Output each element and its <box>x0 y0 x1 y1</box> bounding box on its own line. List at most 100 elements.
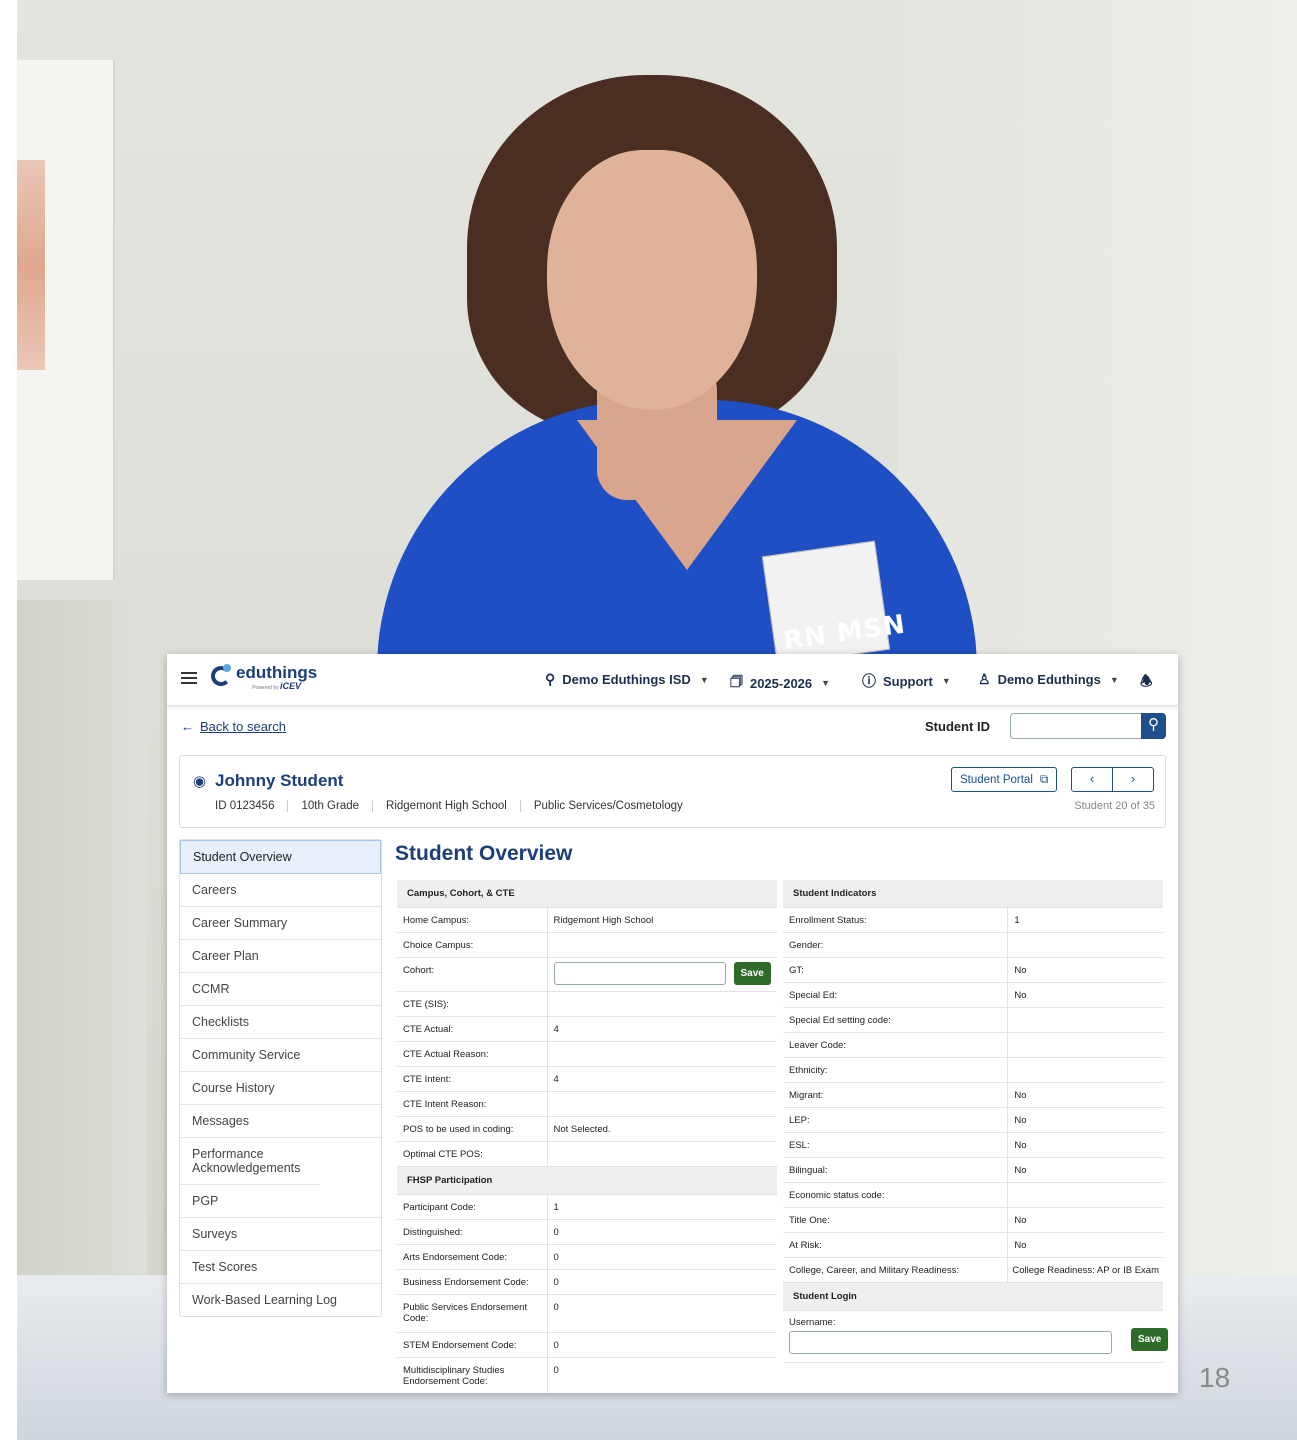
sidebar-item-test-scores[interactable]: Test Scores <box>180 1251 381 1284</box>
external-link-icon: ⧉ <box>1039 772 1049 786</box>
search-button[interactable]: ⚲ <box>1141 713 1166 739</box>
student-id-input[interactable] <box>1010 713 1142 739</box>
field-label: Arts Endorsement Code: <box>397 1244 548 1270</box>
field-label: Choice Campus: <box>397 932 548 958</box>
sidebar-item-course-history[interactable]: Course History <box>180 1072 381 1105</box>
user-dropdown[interactable]: ♙ Demo Eduthings ▼ <box>978 671 1119 688</box>
sidebar-item-messages[interactable]: Messages <box>180 1105 381 1138</box>
section-heading: Student Login <box>783 1282 1163 1311</box>
top-navbar: eduthings Powered by iCEV ⚲ Demo Eduthin… <box>167 654 1178 706</box>
field-label: Ethnicity: <box>783 1057 1009 1083</box>
support-dropdown[interactable]: ⓘ Support ▼ <box>862 671 951 691</box>
menu-icon[interactable] <box>181 672 197 684</box>
field-label: At Risk: <box>783 1232 1009 1258</box>
field-value <box>547 1041 777 1067</box>
field-value: 0 <box>547 1294 777 1333</box>
district-label: Demo Eduthings ISD <box>562 672 691 687</box>
field-value <box>1007 1007 1163 1033</box>
field-value <box>547 1091 777 1117</box>
sidebar-nav: Student Overview Careers Career Summary … <box>179 839 382 1317</box>
field-value: 0 <box>547 1269 777 1295</box>
notifications-bell-icon[interactable]: 🕭 <box>1140 671 1160 695</box>
user-label: Demo Eduthings <box>997 672 1101 687</box>
field-value <box>1007 1182 1163 1208</box>
field-value <box>547 1141 777 1167</box>
sidebar-item-ccmr[interactable]: CCMR <box>180 973 381 1006</box>
sidebar-item-careers[interactable]: Careers <box>180 874 381 907</box>
chevron-down-icon: ▼ <box>821 678 831 688</box>
field-value: 1 <box>1007 907 1163 933</box>
eduthings-logo[interactable]: eduthings Powered by iCEV <box>211 664 317 692</box>
field-label: Special Ed setting code: <box>783 1007 1009 1033</box>
login-save-button[interactable]: Save <box>1131 1328 1169 1351</box>
student-id: ID 0123456 <box>215 800 275 812</box>
field-value: 0 <box>547 1357 777 1393</box>
chevron-down-icon: ▼ <box>1109 674 1119 685</box>
field-value: 0 <box>547 1332 777 1358</box>
arrow-left-icon: ← <box>181 719 194 734</box>
field-value: 4 <box>547 1066 777 1092</box>
student-program: Public Services/Cosmetology <box>519 800 696 812</box>
cohort-input[interactable] <box>553 962 726 985</box>
year-dropdown[interactable]: 🗇 2025-2026 ▼ <box>730 671 830 695</box>
field-value: 4 <box>547 1016 777 1042</box>
field-value: 0 <box>547 1219 777 1245</box>
sidebar-item-career-summary[interactable]: Career Summary <box>180 907 381 940</box>
field-value: No <box>1007 957 1163 983</box>
section-heading: Campus, Cohort, & CTE <box>397 880 777 908</box>
field-label: Bilingual: <box>783 1157 1009 1183</box>
login-cell: Username: Save <box>783 1310 1169 1363</box>
chevron-down-icon: ▼ <box>699 674 709 685</box>
field-label: CTE Intent Reason: <box>397 1091 548 1117</box>
help-circle-icon: ⓘ <box>862 673 876 689</box>
logo-wordmark: eduthings <box>236 663 318 682</box>
user-icon: ♙ <box>978 671 991 687</box>
sidebar-item-pgp[interactable]: PGP <box>180 1185 381 1218</box>
field-label: College, Career, and Military Readiness: <box>783 1257 1009 1283</box>
sidebar-item-student-overview[interactable]: Student Overview <box>180 840 381 874</box>
sidebar-item-work-based-learning-log[interactable]: Work-Based Learning Log <box>180 1284 381 1316</box>
previous-student-button[interactable]: ‹ <box>1072 768 1113 791</box>
sidebar-item-career-plan[interactable]: Career Plan <box>180 940 381 973</box>
student-header-card: ◉ Johnny Student ID 0123456 10th Grade R… <box>179 755 1166 828</box>
district-dropdown[interactable]: ⚲ Demo Eduthings ISD ▼ <box>545 671 709 688</box>
sidebar-item-performance-acknowledgements[interactable]: Performance Acknowledgements <box>180 1138 320 1185</box>
sidebar-item-community-service[interactable]: Community Service <box>180 1039 381 1072</box>
page-title: Student Overview <box>395 842 573 865</box>
logo-mark-icon <box>211 664 233 688</box>
search-bar-row: ← Back to search Student ID ⚲ <box>167 706 1178 746</box>
field-value: No <box>1007 1157 1163 1183</box>
student-position: Student 20 of 35 <box>1074 800 1155 812</box>
field-label: CTE Actual Reason: <box>397 1041 548 1067</box>
field-value: College Readiness: AP or IB Exam <box>1007 1257 1163 1283</box>
field-label: Title One: <box>783 1207 1009 1233</box>
chevron-down-icon: ▼ <box>941 676 951 686</box>
sidebar-item-surveys[interactable]: Surveys <box>180 1218 381 1251</box>
field-label: Multidisciplinary Studies Endorsement Co… <box>397 1357 548 1393</box>
field-label: POS to be used in coding: <box>397 1116 548 1142</box>
student-pager: ‹ › <box>1071 767 1154 792</box>
field-label: Cohort: <box>397 957 548 992</box>
sidebar-item-checklists[interactable]: Checklists <box>180 1006 381 1039</box>
username-label: Username: <box>789 1317 836 1328</box>
page-number: 18 <box>1199 1362 1231 1393</box>
field-label: LEP: <box>783 1107 1009 1133</box>
campus-cohort-table: Campus, Cohort, & CTE Home Campus: Ridgem… <box>397 880 777 1393</box>
field-value: No <box>1007 1082 1163 1108</box>
logo-powered-by: Powered by iCEV <box>252 681 302 692</box>
field-value: No <box>1007 1207 1163 1233</box>
field-value: Not Selected. <box>547 1116 777 1142</box>
back-to-search-link[interactable]: ← Back to search <box>181 719 286 734</box>
field-label: Public Services Endorsement Code: <box>397 1294 548 1333</box>
field-label: STEM Endorsement Code: <box>397 1332 548 1358</box>
person-face <box>547 150 757 410</box>
field-label: Home Campus: <box>397 907 548 933</box>
section-heading: Student Indicators <box>783 880 1163 908</box>
next-student-button[interactable]: › <box>1113 768 1153 791</box>
username-input[interactable] <box>789 1331 1112 1354</box>
folder-icon: 🗇 <box>730 673 743 689</box>
field-label: Migrant: <box>783 1082 1009 1108</box>
student-portal-button[interactable]: Student Portal ⧉ <box>951 767 1058 792</box>
cohort-save-button[interactable]: Save <box>733 962 771 985</box>
field-value <box>1007 932 1163 958</box>
